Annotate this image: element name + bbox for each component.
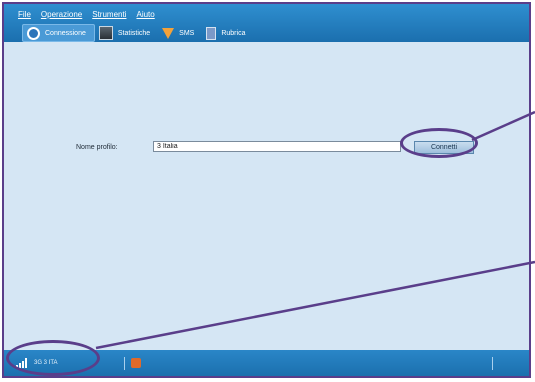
tab-sms[interactable]: SMS xyxy=(158,25,202,41)
connect-button[interactable]: Connetti xyxy=(414,141,474,154)
status-bar: 3G 3 ITA xyxy=(4,350,529,376)
tab-label: SMS xyxy=(179,29,195,37)
tab-label: Statistiche xyxy=(117,29,151,37)
status-divider xyxy=(492,357,493,370)
menu-file[interactable]: File xyxy=(18,10,31,19)
sms-icon xyxy=(162,27,175,39)
profile-name-field[interactable] xyxy=(153,141,401,152)
tab-label: Rubrica xyxy=(221,29,246,37)
menu-strumenti[interactable]: Strumenti xyxy=(92,10,126,19)
profile-name-label: Nome profilo: xyxy=(76,144,118,151)
menu-operazione[interactable]: Operazione xyxy=(41,10,82,19)
tab-label: Connessione xyxy=(45,29,86,37)
tab-bar: Connessione Statistiche SMS Rubrica xyxy=(22,24,253,42)
menu-aiuto[interactable]: Aiuto xyxy=(136,10,154,19)
tab-connessione[interactable]: Connessione xyxy=(22,24,95,42)
address-book-icon xyxy=(206,26,217,40)
tab-rubrica[interactable]: Rubrica xyxy=(202,25,253,41)
title-bar: File Operazione Strumenti Aiuto Connessi… xyxy=(4,4,529,42)
signal-strength-icon xyxy=(16,358,27,368)
network-status: 3G 3 ITA xyxy=(34,360,58,366)
status-divider xyxy=(124,357,125,370)
connection-icon xyxy=(27,26,40,40)
connection-status-icon xyxy=(131,358,141,368)
statistics-icon xyxy=(98,26,113,40)
app-window: File Operazione Strumenti Aiuto Connessi… xyxy=(2,2,531,378)
menu-bar: File Operazione Strumenti Aiuto xyxy=(18,10,155,19)
tab-statistiche[interactable]: Statistiche xyxy=(95,25,158,41)
